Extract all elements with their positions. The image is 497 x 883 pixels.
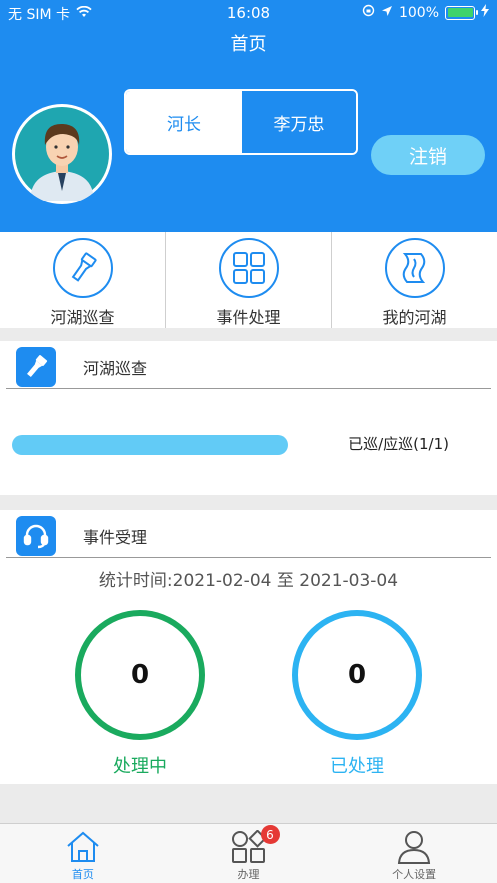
battery-icon xyxy=(445,5,478,20)
done-label: 已处理 xyxy=(330,756,384,777)
logout-button[interactable]: 注销 xyxy=(371,135,485,175)
tab-label: 首页 xyxy=(71,868,94,881)
menu-label: 河湖巡查 xyxy=(50,308,115,327)
header: 无 SIM 卡 16:08 100% 首页 河长 李万忠 注销 xyxy=(0,0,497,232)
tab-label: 个人设置 xyxy=(392,868,437,881)
avatar xyxy=(12,104,112,204)
role-label: 河长 xyxy=(126,91,242,153)
tab-tasks[interactable]: 6 办理 xyxy=(166,824,332,883)
flashlight-icon xyxy=(52,238,113,298)
card-title: 河湖巡查 xyxy=(83,359,148,378)
patrol-card-header: 河湖巡查 xyxy=(6,341,491,389)
menu-item-events[interactable]: 事件处理 xyxy=(165,232,331,328)
menu-item-patrol[interactable]: 河湖巡查 xyxy=(0,232,165,328)
patrol-progress-bar xyxy=(12,435,288,455)
events-card: 事件受理 统计时间:2021-02-04 至 2021-03-04 0 0 处理… xyxy=(0,510,497,784)
patrol-card: 河湖巡查 已巡/应巡(1/1) xyxy=(0,341,497,495)
river-icon xyxy=(384,238,445,298)
battery-percent: 100% xyxy=(398,4,439,21)
tasks-badge: 6 xyxy=(260,825,280,844)
processing-label: 处理中 xyxy=(113,756,167,777)
card-title: 事件受理 xyxy=(83,528,148,547)
tab-label: 办理 xyxy=(237,868,260,881)
menu-label: 我的河湖 xyxy=(382,308,447,327)
patrol-status-text: 已巡/应巡(1/1) xyxy=(348,435,449,453)
user-icon xyxy=(395,829,433,865)
menu-label: 事件处理 xyxy=(216,308,281,327)
tab-home[interactable]: 首页 xyxy=(0,824,166,883)
role-segment: 河长 李万忠 xyxy=(124,89,358,155)
home-icon xyxy=(64,829,102,865)
processing-count[interactable]: 0 xyxy=(75,610,205,740)
page-title: 首页 xyxy=(230,34,267,55)
charging-icon xyxy=(481,4,489,21)
location-icon xyxy=(381,5,393,21)
tab-settings[interactable]: 个人设置 xyxy=(331,824,497,883)
flashlight-icon xyxy=(16,347,56,387)
headset-icon xyxy=(16,516,56,556)
events-card-header: 事件受理 xyxy=(6,510,491,558)
stat-date-range: 统计时间:2021-02-04 至 2021-03-04 xyxy=(98,571,399,591)
quick-menu: 河湖巡查 事件处理 我的河湖 xyxy=(0,232,497,328)
tab-bar: 首页 6 办理 个人设置 xyxy=(0,823,497,883)
rotation-lock-icon xyxy=(362,4,375,21)
status-right: 100% xyxy=(362,4,489,21)
apps-icon: 6 xyxy=(230,825,280,865)
menu-item-my-rivers[interactable]: 我的河湖 xyxy=(331,232,497,328)
status-bar: 无 SIM 卡 16:08 100% xyxy=(0,0,497,26)
user-name: 李万忠 xyxy=(242,91,356,153)
home-screen: 无 SIM 卡 16:08 100% 首页 河长 李万忠 注销 河湖巡查 事件处… xyxy=(0,0,497,883)
grid-icon xyxy=(218,238,279,298)
done-count[interactable]: 0 xyxy=(292,610,422,740)
